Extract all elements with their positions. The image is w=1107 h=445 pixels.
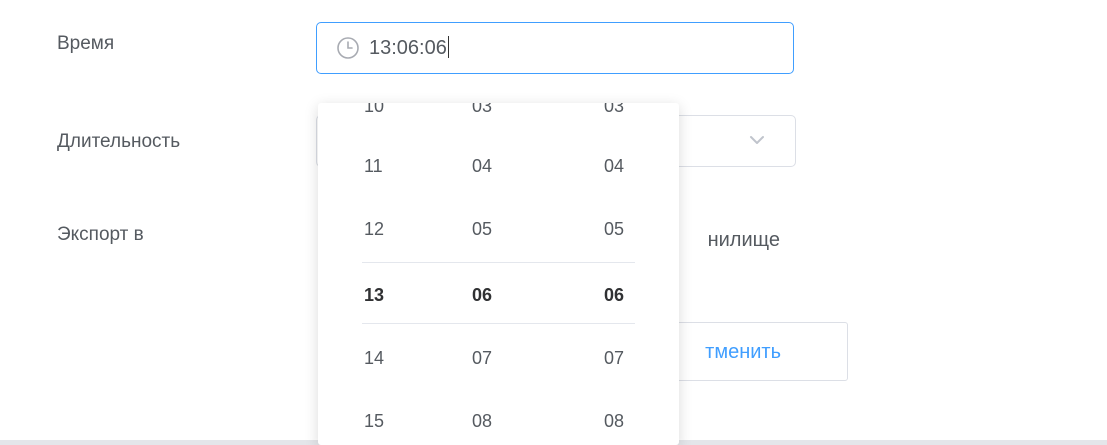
hour-option[interactable]: 15 <box>364 406 412 436</box>
selection-bottom-line <box>362 323 635 324</box>
time-input-value: 13:06:06 <box>369 37 447 59</box>
time-label: Время <box>57 33 115 54</box>
minute-option[interactable]: 04 <box>472 151 520 181</box>
second-option[interactable]: 04 <box>604 151 652 181</box>
second-option-selected[interactable]: 06 <box>604 280 652 310</box>
second-option[interactable]: 08 <box>604 406 652 436</box>
duration-label: Длительность <box>57 131 181 152</box>
hour-option[interactable]: 12 <box>364 214 412 244</box>
minute-option[interactable]: 05 <box>472 214 520 244</box>
second-option[interactable]: 03 <box>604 103 652 121</box>
minute-option[interactable]: 08 <box>472 406 520 436</box>
minute-option[interactable]: 07 <box>472 343 520 373</box>
hour-option[interactable]: 14 <box>364 343 412 373</box>
time-picker-dropdown: 10 11 12 13 14 15 03 04 05 06 07 08 03 0… <box>318 103 679 445</box>
second-option[interactable]: 05 <box>604 214 652 244</box>
selection-top-line <box>362 262 635 263</box>
hour-option-selected[interactable]: 13 <box>364 280 412 310</box>
chevron-down-icon <box>750 136 764 144</box>
export-label: Экспорт в <box>57 224 144 245</box>
cancel-button-label: тменить <box>705 341 781 363</box>
second-option[interactable]: 07 <box>604 343 652 373</box>
hour-option[interactable]: 11 <box>364 151 412 181</box>
minute-option-selected[interactable]: 06 <box>472 280 520 310</box>
time-input[interactable]: 13:06:06 <box>316 22 794 74</box>
hour-option[interactable]: 10 <box>364 103 412 121</box>
text-caret <box>447 36 449 58</box>
clock-icon <box>337 37 359 59</box>
minute-option[interactable]: 03 <box>472 103 520 121</box>
time-input-value-wrap: 13:06:06 <box>369 36 449 60</box>
